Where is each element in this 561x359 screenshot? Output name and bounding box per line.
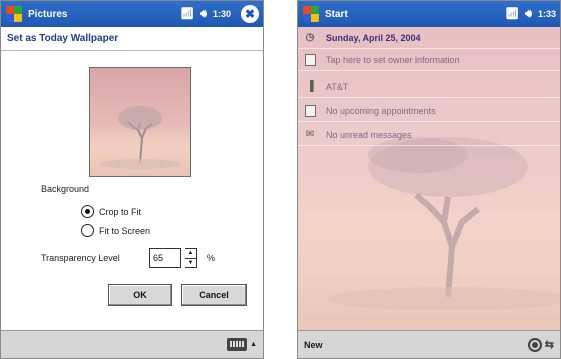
- menu-bar: ▲: [1, 330, 263, 358]
- input-panel-caret-icon[interactable]: ▲: [250, 341, 257, 348]
- network-icon[interactable]: [527, 337, 542, 352]
- messages-row[interactable]: ✉ No unread messages: [298, 124, 560, 146]
- transparency-label: Transparency Level: [41, 253, 120, 263]
- spin-arrows[interactable]: ▲ ▼: [185, 248, 197, 268]
- messages-text: No unread messages: [326, 129, 412, 140]
- speaker-icon[interactable]: 🔊︎: [200, 8, 207, 20]
- radio-checked-icon[interactable]: [81, 205, 94, 218]
- menu-bar: New ⇆: [298, 330, 560, 358]
- percent-label: %: [207, 253, 216, 263]
- ok-button[interactable]: OK: [108, 284, 172, 306]
- carrier-row[interactable]: ▐ AT&T: [298, 76, 560, 98]
- title-bar: Pictures 📶︎ 🔊︎ 1:30 ✖: [1, 1, 263, 27]
- date-row[interactable]: ◷ Sunday, April 25, 2004: [298, 27, 560, 49]
- start-menu-icon[interactable]: [5, 5, 23, 23]
- page-title: Set as Today Wallpaper: [1, 27, 263, 51]
- title-bar: Start 📶︎ 🔊︎ 1:33: [298, 1, 560, 27]
- fit-to-screen-radio[interactable]: Fit to Screen: [81, 224, 150, 237]
- tree-silhouette-icon: [100, 106, 180, 169]
- background-label: Background: [41, 184, 90, 194]
- date-text: Sunday, April 25, 2004: [326, 32, 421, 43]
- keyboard-icon[interactable]: [227, 338, 248, 351]
- fit-to-screen-label: Fit to Screen: [99, 225, 151, 236]
- calendar-date-icon: ◷: [305, 32, 315, 43]
- antenna-icon[interactable]: 📶︎: [505, 8, 519, 20]
- app-title: Pictures: [28, 8, 68, 20]
- messages-icon: ✉: [305, 129, 315, 140]
- antenna-icon[interactable]: 📶︎: [180, 8, 194, 20]
- speaker-icon[interactable]: 🔊︎: [525, 8, 532, 20]
- crop-to-fit-label: Crop to Fit: [99, 206, 142, 217]
- new-menu[interactable]: New: [304, 340, 323, 350]
- carrier-text: AT&T: [326, 81, 349, 92]
- today-wallpaper: ◷ Sunday, April 25, 2004 Tap here to set…: [298, 27, 560, 332]
- crop-to-fit-radio[interactable]: Crop to Fit: [81, 205, 141, 218]
- appointments-text: No upcoming appointments: [326, 105, 436, 116]
- owner-info-row[interactable]: Tap here to set owner information: [298, 49, 560, 71]
- owner-info-text: Tap here to set owner information: [326, 54, 460, 65]
- transparency-stepper[interactable]: ▲ ▼: [149, 248, 197, 268]
- appointments-row[interactable]: No upcoming appointments: [298, 100, 560, 122]
- wallpaper-preview-image: [89, 67, 191, 177]
- appointments-icon: [302, 104, 318, 118]
- app-title[interactable]: Start: [325, 9, 505, 20]
- today-screen: Start 📶︎ 🔊︎ 1:33 ◷ Sunday, April 25, 200…: [297, 0, 561, 359]
- signal-icon: ▐: [306, 81, 314, 92]
- pictures-window: Pictures 📶︎ 🔊︎ 1:30 ✖ Set as Today Wallp…: [0, 0, 264, 359]
- wallpaper-tree-image: [328, 137, 560, 311]
- clock[interactable]: 1:30: [213, 9, 231, 19]
- clock[interactable]: 1:33: [538, 9, 556, 19]
- radio-unchecked-icon[interactable]: [81, 224, 94, 237]
- start-menu-icon[interactable]: [302, 5, 320, 23]
- owner-info-icon: [302, 53, 318, 67]
- transparency-input[interactable]: [149, 248, 181, 268]
- close-icon[interactable]: ✖: [241, 5, 259, 23]
- spin-up-icon[interactable]: ▲: [185, 249, 196, 258]
- sync-icon[interactable]: ⇆: [545, 338, 554, 351]
- cancel-button[interactable]: Cancel: [181, 284, 247, 306]
- spin-down-icon[interactable]: ▼: [185, 257, 196, 268]
